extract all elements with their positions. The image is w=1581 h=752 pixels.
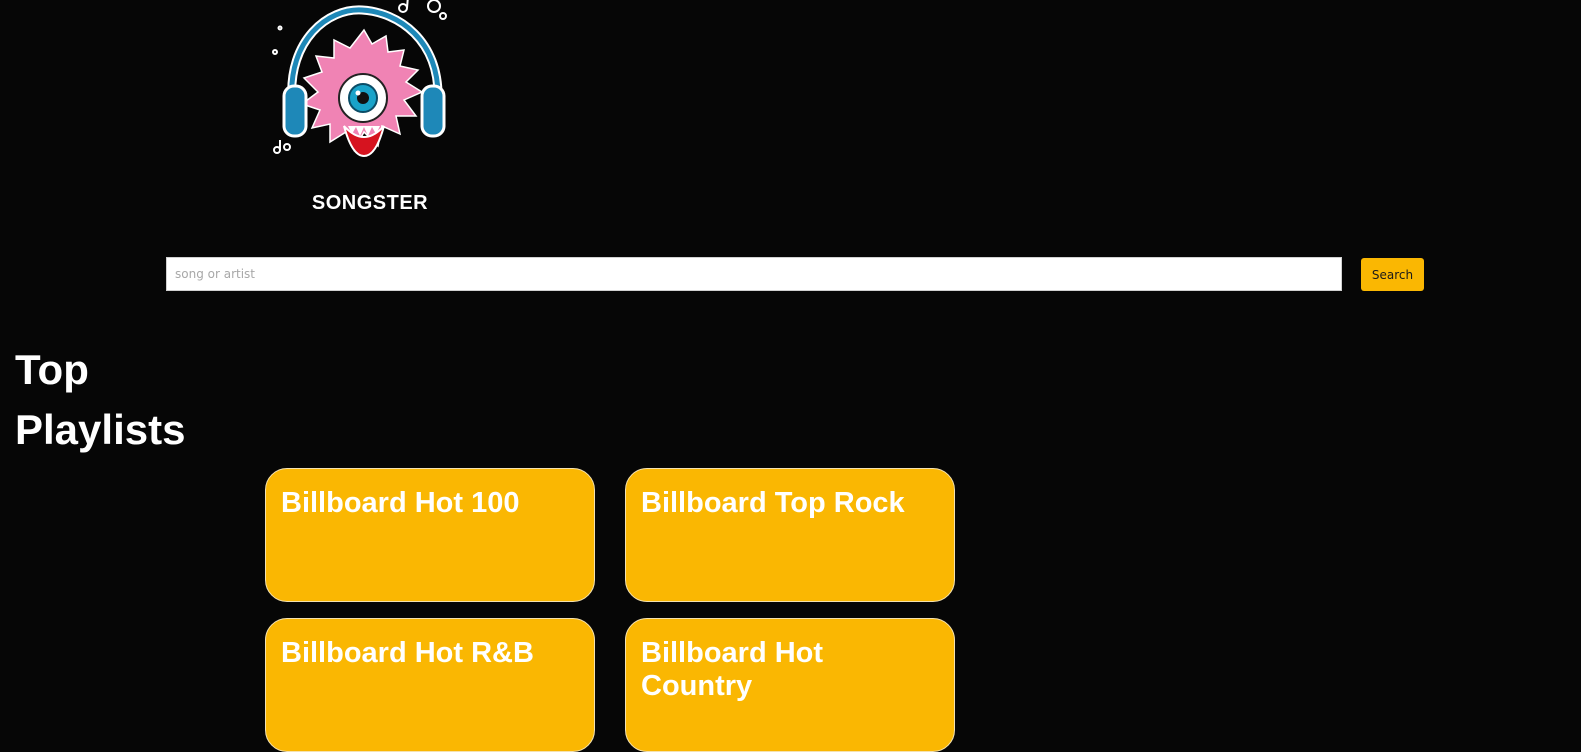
- songster-logo: [268, 0, 452, 180]
- playlist-card-label: Billboard Top Rock: [641, 487, 905, 519]
- fuzzy-monster-headphones-icon: [272, 0, 447, 158]
- search-button[interactable]: Search: [1361, 258, 1424, 291]
- search-input[interactable]: [166, 257, 1342, 291]
- playlist-card-billboard-hot-country[interactable]: Billboard Hot Country: [625, 618, 955, 752]
- section-title-top-playlists: Top Playlists: [15, 346, 186, 453]
- playlist-card-label: Billboard Hot Country: [641, 637, 824, 702]
- playlist-card-label: Billboard Hot 100: [281, 487, 520, 519]
- playlist-card-billboard-hot-rnb[interactable]: Billboard Hot R&B: [265, 618, 595, 752]
- brand-name: SONGSTER: [311, 192, 429, 214]
- playlist-card-label: Billboard Hot R&B: [281, 637, 534, 669]
- playlist-card-billboard-hot-100[interactable]: Billboard Hot 100: [265, 468, 595, 602]
- playlist-card-billboard-top-rock[interactable]: Billboard Top Rock: [625, 468, 955, 602]
